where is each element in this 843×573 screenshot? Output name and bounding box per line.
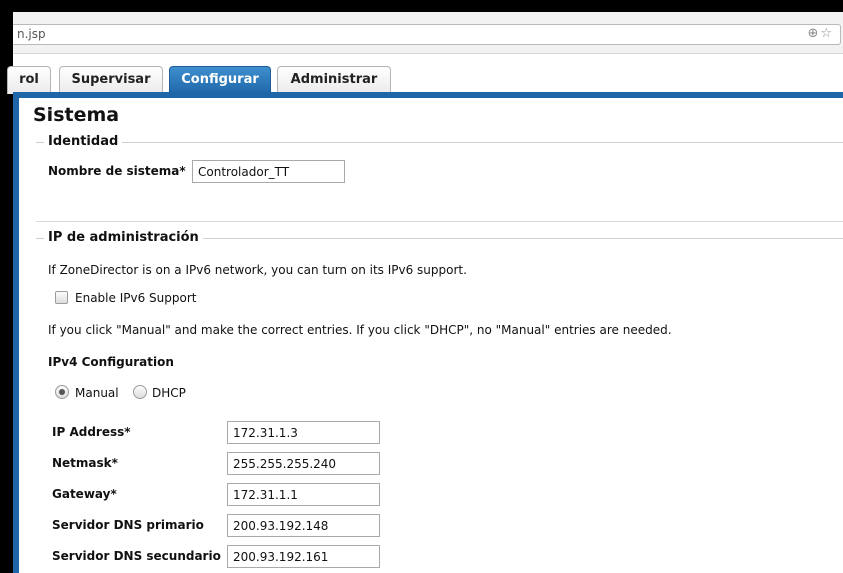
tab-configurar[interactable]: Configurar <box>169 66 271 94</box>
gateway-label: Gateway* <box>52 487 117 501</box>
star-icon[interactable]: ☆ <box>820 26 834 41</box>
manual-radio-label: Manual <box>75 386 119 400</box>
url-bar[interactable]: n.jsp ⊕☆ <box>13 24 841 45</box>
ipv6-checkbox[interactable] <box>55 291 68 304</box>
main-content: Sistema Identidad Nombre de sistema* IP … <box>13 98 843 573</box>
system-name-input[interactable] <box>192 160 345 183</box>
netmask-input[interactable] <box>227 452 380 475</box>
dns-primary-label: Servidor DNS primario <box>52 518 204 532</box>
manual-info-text: If you click "Manual" and make the corre… <box>48 323 672 337</box>
tab-supervisar[interactable]: Supervisar <box>59 66 163 94</box>
identity-section: Identidad Nombre de sistema* <box>36 134 843 222</box>
ipv6-info-text: If ZoneDirector is on a IPv6 network, yo… <box>48 263 467 277</box>
url-bar-icons: ⊕☆ <box>807 26 834 41</box>
admin-ip-legend: IP de administración <box>44 230 203 245</box>
system-name-label: Nombre de sistema* <box>48 164 186 178</box>
screen-border-top <box>0 0 843 12</box>
tab-control[interactable]: rol <box>7 66 51 94</box>
dhcp-radio-label: DHCP <box>152 386 186 400</box>
main-tab-bar: rol Supervisar Configurar Administrar <box>7 54 843 98</box>
manual-radio[interactable] <box>55 385 69 399</box>
dns-secondary-input[interactable] <box>227 545 380 568</box>
url-text: n.jsp <box>17 27 46 41</box>
ip-address-label: IP Address* <box>52 425 131 439</box>
ipv4-heading: IPv4 Configuration <box>48 355 174 369</box>
tab-administrar[interactable]: Administrar <box>277 66 391 94</box>
netmask-label: Netmask* <box>52 456 118 470</box>
dhcp-radio[interactable] <box>133 385 147 399</box>
ipv6-checkbox-label: Enable IPv6 Support <box>75 291 197 305</box>
section-divider <box>36 221 843 222</box>
zoom-icon[interactable]: ⊕ <box>807 26 820 41</box>
admin-ip-section: IP de administración If ZoneDirector is … <box>36 230 843 573</box>
identity-legend: Identidad <box>44 134 123 149</box>
ip-address-input[interactable] <box>227 421 380 444</box>
dns-primary-input[interactable] <box>227 514 380 537</box>
page-title: Sistema <box>33 104 120 126</box>
dns-secondary-label: Servidor DNS secundario <box>52 549 221 563</box>
browser-toolbar: n.jsp ⊕☆ <box>13 12 843 54</box>
gateway-input[interactable] <box>227 483 380 506</box>
